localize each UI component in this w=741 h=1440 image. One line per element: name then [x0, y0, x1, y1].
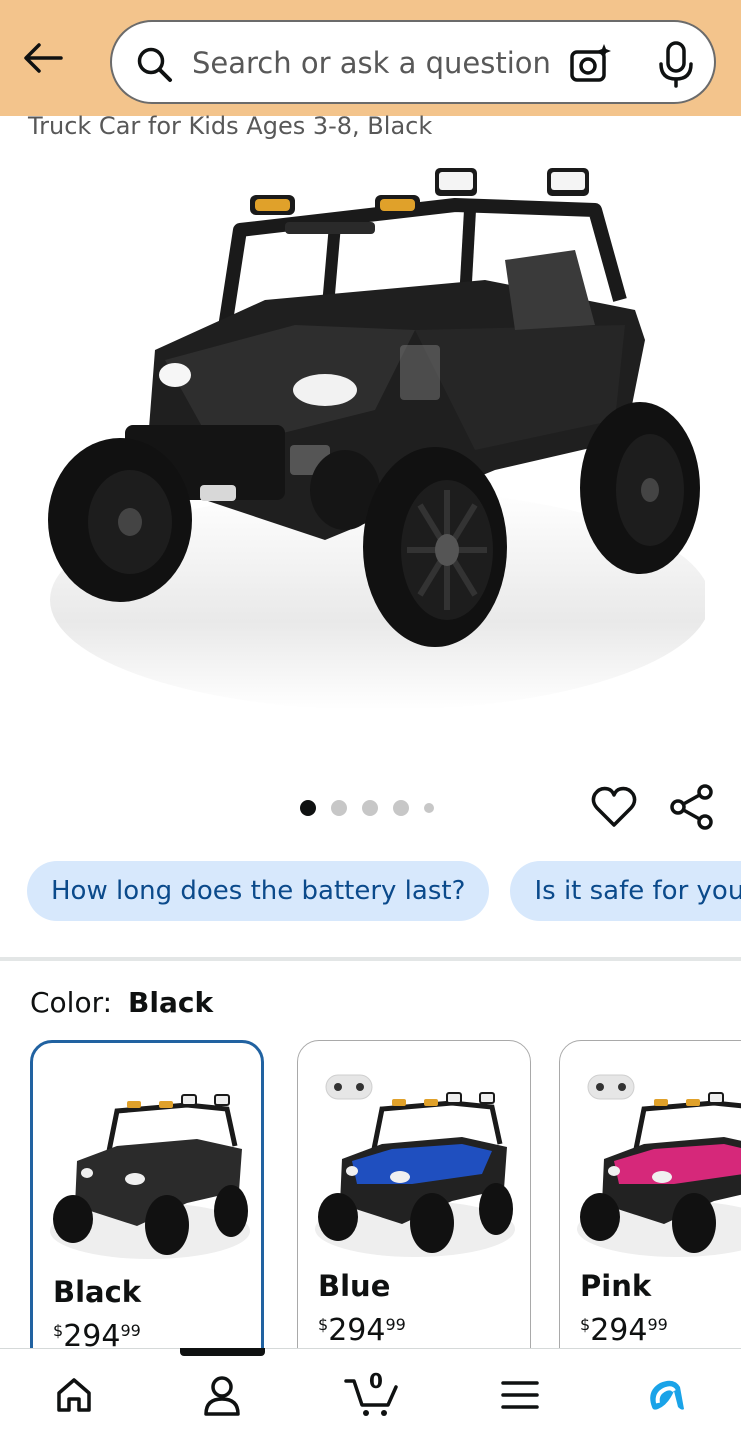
pagination-dot-3[interactable] [362, 800, 378, 816]
color-swatch-blue[interactable]: Blue $29499 [297, 1040, 531, 1350]
product-title[interactable]: Truck Car for Kids Ages 3-8, Black [28, 112, 432, 140]
app-header [0, 0, 741, 116]
search-input[interactable] [192, 38, 552, 88]
cart-count-badge: 0 [369, 1369, 383, 1393]
swatch-color-name: Black [53, 1275, 142, 1309]
price-whole: 294 [63, 1319, 121, 1350]
pagination-dot-2[interactable] [331, 800, 347, 816]
color-swatch-black[interactable]: Black $29499 [30, 1040, 264, 1350]
swatch-image-pink [577, 1092, 741, 1257]
color-label: Color: [30, 986, 113, 1019]
product-image-utv[interactable] [35, 150, 705, 730]
currency-symbol: $ [580, 1315, 591, 1334]
share-icon[interactable] [668, 783, 716, 831]
front-right-wheel [363, 447, 507, 647]
swatch-color-name: Blue [318, 1269, 391, 1303]
price-fraction: 99 [120, 1321, 141, 1340]
back-button[interactable] [18, 36, 68, 80]
color-selector-label: Color: Black [30, 986, 213, 1019]
currency-symbol: $ [53, 1321, 64, 1340]
ask-chip[interactable]: How long does the battery last? [27, 861, 490, 921]
pagination-dot-5[interactable] [424, 803, 434, 813]
back-arrow-icon [24, 43, 63, 73]
account-icon [204, 1376, 240, 1416]
rufus-icon [650, 1380, 684, 1410]
menu-icon [501, 1381, 539, 1409]
swatch-price: $29499 [580, 1313, 668, 1348]
home-icon [57, 1378, 91, 1412]
rear-right-wheel [580, 402, 700, 574]
bottom-navigation-bar: 0 [0, 1348, 741, 1440]
heart-icon[interactable] [590, 783, 638, 831]
price-fraction: 99 [385, 1315, 406, 1334]
nav-account[interactable] [198, 1371, 246, 1419]
section-divider [0, 957, 741, 961]
ask-suggestion-chips: How long does the battery last? Is it sa… [27, 861, 741, 923]
color-swatch-pink[interactable]: Pink $29499 [559, 1040, 741, 1350]
front-left-wheel [48, 438, 192, 602]
price-whole: 294 [328, 1313, 386, 1348]
ask-chip[interactable]: Is it safe for young children? [510, 861, 741, 921]
price-fraction: 99 [647, 1315, 668, 1334]
color-swatch-carousel[interactable]: Black $29499 Blue $29499 Pink $29499 [30, 1040, 741, 1350]
pagination-dot-1[interactable] [300, 800, 316, 816]
search-icon [137, 47, 172, 82]
swatch-price: $29499 [318, 1313, 406, 1348]
pagination-dot-4[interactable] [393, 800, 409, 816]
image-pagination-dots[interactable] [300, 798, 449, 818]
selected-color-value: Black [128, 986, 214, 1019]
currency-symbol: $ [318, 1315, 329, 1334]
nav-rufus[interactable] [642, 1371, 690, 1419]
microphone-icon[interactable] [656, 40, 696, 88]
swatch-price: $29499 [53, 1319, 141, 1350]
swatch-color-name: Pink [580, 1269, 652, 1303]
nav-home[interactable] [50, 1371, 98, 1419]
price-whole: 294 [590, 1313, 648, 1348]
camera-search-icon[interactable] [568, 42, 612, 86]
swatch-image-blue [315, 1092, 515, 1257]
nav-menu[interactable] [496, 1371, 544, 1419]
swatch-image-black [50, 1094, 250, 1259]
search-bar[interactable] [110, 20, 716, 104]
nav-cart[interactable]: 0 [344, 1369, 400, 1419]
home-indicator-handle [180, 1348, 265, 1356]
